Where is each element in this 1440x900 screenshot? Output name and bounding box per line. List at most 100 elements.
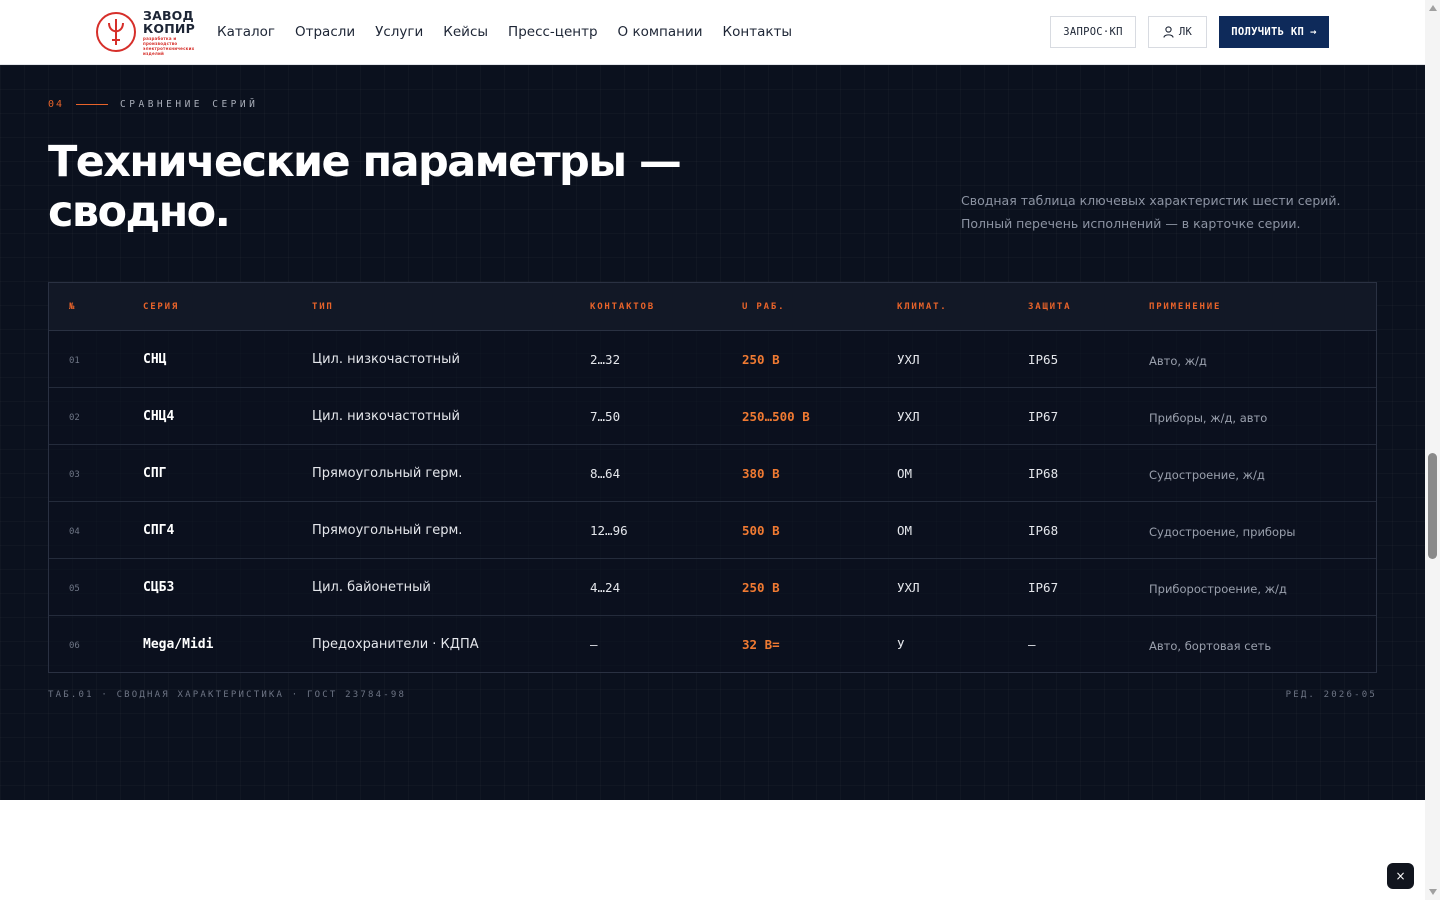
- col-header-contacts: КОНТАКТОВ: [590, 302, 655, 312]
- user-icon: [1163, 26, 1174, 38]
- row-series: СНЦ: [143, 352, 167, 367]
- row-voltage: 380 В: [742, 466, 780, 481]
- get-quote-label: ПОЛУЧИТЬ КП: [1231, 26, 1305, 38]
- arrow-right-icon: →: [1310, 26, 1317, 38]
- col-header-voltage: U РАБ.: [742, 302, 786, 312]
- row-climate: У: [897, 637, 905, 652]
- row-type: Цил. низкочастотный: [312, 352, 460, 367]
- row-climate: УХЛ: [897, 580, 920, 595]
- table-header: № СЕРИЯ ТИП КОНТАКТОВ U РАБ. КЛИМАТ. ЗАЩ…: [49, 283, 1376, 331]
- request-quote-button[interactable]: ЗАПРОС·КП: [1050, 16, 1136, 48]
- page-scrollbar[interactable]: [1425, 0, 1440, 900]
- scroll-thumb[interactable]: [1428, 453, 1437, 559]
- row-contacts: —: [590, 637, 598, 652]
- row-voltage: 250 В: [742, 580, 780, 595]
- row-number: 06: [69, 641, 80, 651]
- nav-cases[interactable]: Кейсы: [443, 22, 488, 42]
- row-application: Судостроение, приборы: [1149, 525, 1296, 539]
- row-type: Цил. низкочастотный: [312, 409, 460, 424]
- row-contacts: 8…64: [590, 466, 621, 481]
- col-header-type: ТИП: [312, 302, 334, 312]
- table-caption: ТАБ.01 · СВОДНАЯ ХАРАКТЕРИСТИКА · ГОСТ 2…: [48, 690, 407, 700]
- table-row[interactable]: 05 СЦБ3 Цил. байонетный 4…24 250 В УХЛ I…: [49, 559, 1376, 616]
- logo-emblem-icon: [96, 12, 136, 52]
- row-contacts: 7…50: [590, 409, 621, 424]
- section-number: 04: [48, 99, 65, 110]
- close-widget-button[interactable]: ×: [1387, 863, 1414, 889]
- main-nav: Каталог Отрасли Услуги Кейсы Пресс-центр…: [217, 22, 792, 42]
- row-number: 02: [69, 413, 80, 423]
- row-number: 03: [69, 470, 80, 480]
- col-header-protection: ЗАЩИТА: [1028, 302, 1072, 312]
- row-number: 01: [69, 356, 80, 366]
- scroll-down-arrow-icon[interactable]: [1429, 889, 1437, 895]
- row-series: СПГ: [143, 466, 167, 481]
- row-contacts: 2…32: [590, 352, 621, 367]
- scroll-up-arrow-icon[interactable]: [1429, 5, 1437, 11]
- row-climate: УХЛ: [897, 352, 920, 367]
- row-type: Предохранители · КДПА: [312, 637, 479, 652]
- table-row[interactable]: 02 СНЦ4 Цил. низкочастотный 7…50 250…500…: [49, 388, 1376, 445]
- row-contacts: 12…96: [590, 523, 628, 538]
- section-eyebrow: 04 СРАВНЕНИЕ СЕРИЙ: [48, 99, 258, 110]
- row-protection: —: [1028, 637, 1036, 652]
- table-row[interactable]: 03 СПГ Прямоугольный герм. 8…64 380 В ОМ…: [49, 445, 1376, 502]
- brand-logo[interactable]: ЗАВОД КОПИР разработка и производство эл…: [96, 9, 197, 56]
- section-title-line2: сводно.: [48, 187, 231, 237]
- row-series: СНЦ4: [143, 409, 175, 424]
- col-header-climate: КЛИМАТ.: [897, 302, 948, 312]
- table-revision: РЕД. 2026-05: [1285, 690, 1377, 700]
- row-voltage: 250 В: [742, 352, 780, 367]
- nav-catalog[interactable]: Каталог: [217, 22, 275, 42]
- nav-contacts[interactable]: Контакты: [723, 22, 792, 42]
- row-type: Цил. байонетный: [312, 580, 431, 595]
- col-header-application: ПРИМЕНЕНИЕ: [1149, 302, 1222, 312]
- logo-text: ЗАВОД КОПИР разработка и производство эл…: [143, 9, 197, 56]
- nav-services[interactable]: Услуги: [375, 22, 423, 42]
- table-row[interactable]: 06 Mega/Midi Предохранители · КДПА — 32 …: [49, 616, 1376, 673]
- row-climate: ОМ: [897, 523, 913, 538]
- col-header-num: №: [69, 302, 77, 312]
- col-header-series: СЕРИЯ: [143, 302, 180, 312]
- row-voltage: 32 В=: [742, 637, 780, 652]
- row-series: СПГ4: [143, 523, 175, 538]
- account-label: ЛК: [1178, 26, 1193, 38]
- nav-press[interactable]: Пресс-центр: [508, 22, 598, 42]
- row-application: Приборы, ж/д, авто: [1149, 411, 1268, 425]
- logo-name-line1: ЗАВОД: [143, 7, 194, 23]
- section-title-line1: Технические параметры —: [48, 137, 682, 187]
- row-protection: IP65: [1028, 352, 1059, 367]
- row-climate: УХЛ: [897, 409, 920, 424]
- eyebrow-divider: [76, 104, 109, 105]
- row-series: СЦБ3: [143, 580, 175, 595]
- nav-about[interactable]: О компании: [618, 22, 703, 42]
- site-header: ЗАВОД КОПИР разработка и производство эл…: [0, 0, 1425, 65]
- logo-tagline: разработка и производство электротехниче…: [143, 35, 195, 56]
- table-row[interactable]: 01 СНЦ Цил. низкочастотный 2…32 250 В УХ…: [49, 331, 1376, 388]
- row-number: 04: [69, 527, 80, 537]
- row-climate: ОМ: [897, 466, 913, 481]
- row-type: Прямоугольный герм.: [312, 466, 463, 481]
- row-voltage: 250…500 В: [742, 409, 810, 424]
- row-voltage: 500 В: [742, 523, 780, 538]
- comparison-table: № СЕРИЯ ТИП КОНТАКТОВ U РАБ. КЛИМАТ. ЗАЩ…: [48, 282, 1377, 673]
- request-quote-label: ЗАПРОС·КП: [1063, 26, 1123, 38]
- row-application: Авто, ж/д: [1149, 354, 1207, 368]
- row-protection: IP68: [1028, 523, 1059, 538]
- section-label: СРАВНЕНИЕ СЕРИЙ: [120, 99, 259, 110]
- series-comparison-section: 04 СРАВНЕНИЕ СЕРИЙ Технические параметры…: [0, 65, 1425, 800]
- logo-name-line2: КОПИР: [143, 20, 195, 36]
- nav-industries[interactable]: Отрасли: [295, 22, 355, 42]
- row-protection: IP67: [1028, 409, 1059, 424]
- section-title: Технические параметры — сводно.: [48, 137, 748, 237]
- row-protection: IP67: [1028, 580, 1059, 595]
- row-application: Авто, бортовая сеть: [1149, 639, 1272, 653]
- table-row[interactable]: 04 СПГ4 Прямоугольный герм. 12…96 500 В …: [49, 502, 1376, 559]
- row-series: Mega/Midi: [143, 637, 214, 652]
- account-button[interactable]: ЛК: [1148, 16, 1207, 48]
- row-number: 05: [69, 584, 80, 594]
- get-quote-button[interactable]: ПОЛУЧИТЬ КП →: [1219, 16, 1329, 48]
- row-contacts: 4…24: [590, 580, 621, 595]
- row-protection: IP68: [1028, 466, 1059, 481]
- section-lead: Сводная таблица ключевых характеристик ш…: [961, 193, 1341, 231]
